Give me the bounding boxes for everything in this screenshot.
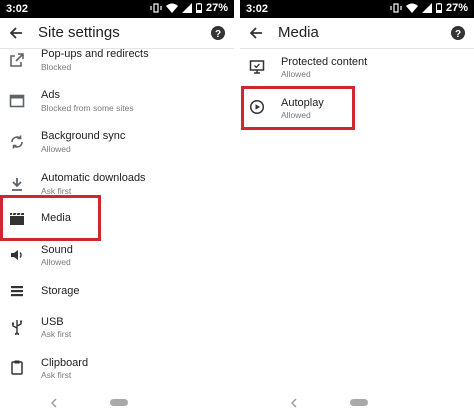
- svg-text:?: ?: [215, 29, 221, 40]
- battery-icon: [435, 3, 442, 13]
- item-subtitle: Allowed: [41, 144, 71, 154]
- item-title: Protected content: [281, 56, 368, 68]
- page-title: Site settings: [38, 24, 120, 41]
- svg-text:?: ?: [455, 29, 461, 40]
- nav-home-pill[interactable]: [110, 399, 128, 406]
- status-bar: 3:02 27%: [0, 0, 234, 18]
- list-item-protected-content[interactable]: Protected content Allowed: [240, 54, 474, 84]
- highlight-box-media: [0, 195, 101, 241]
- battery-icon: [195, 3, 202, 13]
- item-subtitle: Blocked from some sites: [41, 103, 134, 113]
- list-item-sound[interactable]: Sound Allowed: [0, 243, 234, 277]
- item-subtitle: Allowed: [41, 257, 71, 267]
- item-title: Ads: [41, 89, 60, 101]
- signal-icon: [421, 3, 432, 13]
- wifi-icon: [165, 3, 178, 13]
- volume-icon: [11, 250, 22, 260]
- navigation-bar: [0, 389, 234, 417]
- item-title: Automatic downloads: [41, 172, 146, 184]
- status-bar: 3:02 27%: [240, 0, 474, 18]
- vibrate-icon: [390, 3, 402, 13]
- help-icon[interactable]: ?: [450, 25, 466, 41]
- item-subtitle: Allowed: [281, 69, 311, 79]
- vibrate-icon: [150, 3, 162, 13]
- navigation-bar: [240, 389, 474, 417]
- app-bar: Site settings ?: [0, 18, 234, 49]
- clipboard-icon: [11, 360, 23, 375]
- list-item-usb[interactable]: USB Ask first: [0, 315, 234, 349]
- list-item-storage[interactable]: Storage: [0, 281, 234, 305]
- item-title: USB: [41, 316, 64, 328]
- item-title: Clipboard: [41, 357, 89, 369]
- ads-icon: [9, 94, 25, 108]
- usb-icon: [12, 320, 23, 335]
- nav-home-pill[interactable]: [350, 399, 368, 406]
- nav-back-icon[interactable]: [288, 397, 300, 409]
- back-arrow-icon[interactable]: [6, 23, 26, 43]
- list-item-clipboard[interactable]: Clipboard Ask first: [0, 356, 234, 386]
- protected-content-icon: [249, 60, 265, 74]
- item-title: Background sync: [41, 130, 126, 142]
- status-time: 3:02: [246, 3, 269, 15]
- item-subtitle: Ask first: [41, 329, 72, 339]
- item-subtitle: Blocked: [41, 62, 72, 72]
- item-title: Sound: [41, 244, 73, 256]
- item-title: Storage: [41, 285, 80, 297]
- list-item-ads[interactable]: Ads Blocked from some sites: [0, 87, 234, 121]
- sync-icon: [11, 135, 23, 149]
- site-settings-screen: 3:02 27% Site settings ? Pop-ups and red…: [0, 0, 234, 417]
- list-item-background-sync[interactable]: Background sync Allowed: [0, 128, 234, 162]
- item-title: Pop-ups and redirects: [41, 48, 149, 60]
- nav-back-icon[interactable]: [48, 397, 60, 409]
- wifi-icon: [405, 3, 418, 13]
- highlight-box-autoplay: [241, 86, 355, 130]
- item-subtitle: Ask first: [41, 370, 72, 380]
- list-item-popups[interactable]: Pop-ups and redirects Blocked: [0, 48, 234, 78]
- signal-icon: [181, 3, 192, 13]
- download-icon: [12, 178, 22, 191]
- storage-icon: [11, 286, 23, 297]
- back-arrow-icon[interactable]: [246, 23, 266, 43]
- open-in-new-icon: [10, 53, 24, 67]
- page-title: Media: [278, 24, 319, 41]
- media-screen: 3:02 27% Media ? Protected content Allow…: [240, 0, 474, 417]
- help-icon[interactable]: ?: [210, 25, 226, 41]
- battery-percent: 27%: [205, 2, 228, 14]
- battery-percent: 27%: [445, 2, 468, 14]
- status-time: 3:02: [6, 3, 29, 15]
- app-bar: Media ?: [240, 18, 474, 49]
